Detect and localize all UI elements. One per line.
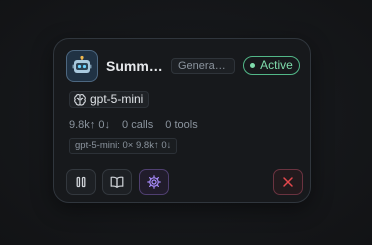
brain-icon bbox=[73, 93, 87, 107]
agent-name: Summarizer bbox=[106, 58, 164, 74]
robot-icon bbox=[66, 50, 98, 82]
status-badge: Active bbox=[243, 56, 300, 75]
settings-button[interactable] bbox=[139, 169, 169, 195]
model-name: gpt-5-mini bbox=[90, 92, 144, 106]
remove-button[interactable] bbox=[273, 169, 303, 195]
call-count: 0 calls bbox=[122, 119, 154, 131]
book-button[interactable] bbox=[102, 169, 132, 195]
status-dot bbox=[250, 63, 256, 68]
pause-icon bbox=[75, 176, 87, 188]
agent-card: Summarizer General Assistant Active gpt-… bbox=[53, 38, 311, 203]
status-label: Active bbox=[260, 58, 293, 72]
usage-stats: 9.8k↑ 0↓ 0 calls 0 tools bbox=[69, 118, 207, 132]
category-badge: General Assistant bbox=[171, 58, 235, 74]
book-icon bbox=[110, 176, 124, 188]
model-badge: gpt-5-mini bbox=[69, 91, 150, 108]
model-usage-breakdown: gpt-5-mini: 0× 9.8k↑ 0↓ bbox=[69, 138, 178, 154]
token-count: 9.8k↑ 0↓ bbox=[69, 119, 110, 131]
gear-icon bbox=[147, 175, 161, 189]
pause-button[interactable] bbox=[66, 169, 96, 195]
tool-count: 0 tools bbox=[165, 119, 198, 131]
close-icon bbox=[282, 176, 294, 188]
